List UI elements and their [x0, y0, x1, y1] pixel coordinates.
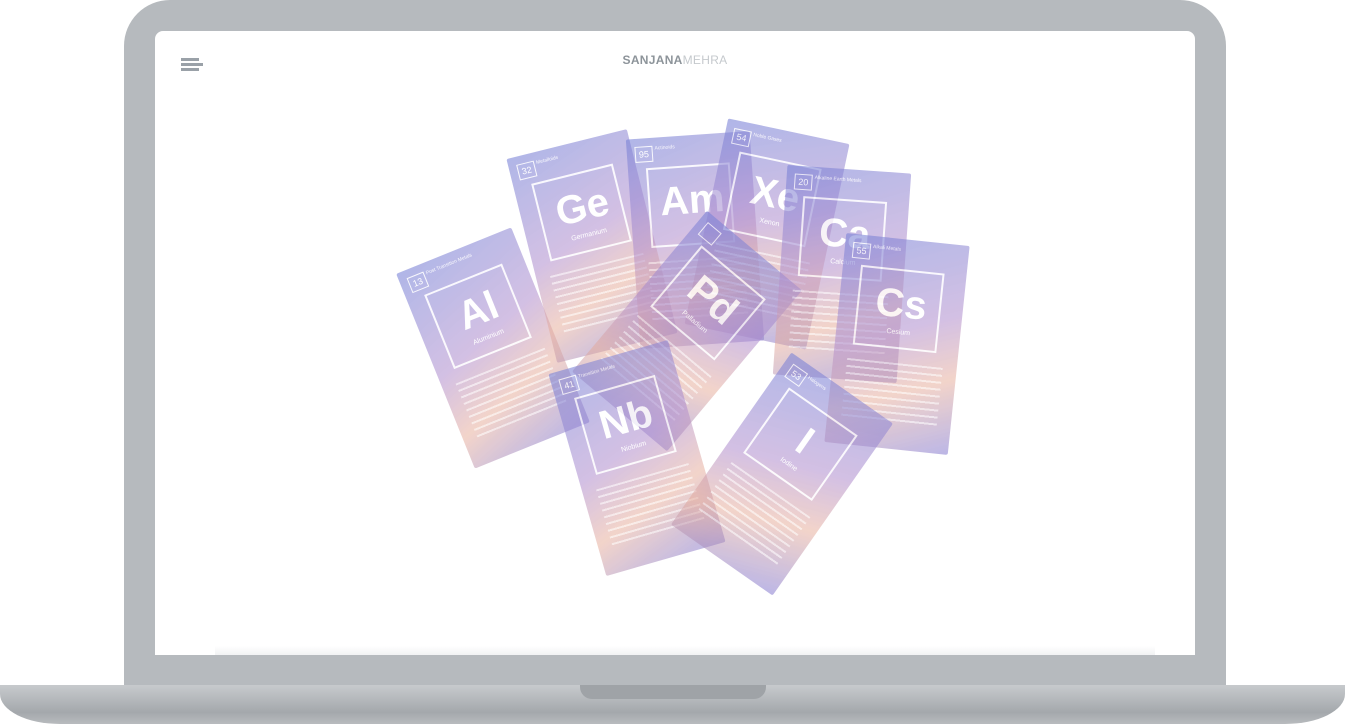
atomic-number: 41: [558, 374, 581, 396]
element-tile: Nb Niobium: [574, 374, 677, 475]
atomic-number: 32: [516, 160, 538, 181]
element-category: Actinoids: [654, 144, 675, 152]
element-category: Transition Metals: [577, 363, 616, 380]
atomic-number: 54: [731, 127, 752, 148]
screen-bottom-fade: [215, 646, 1155, 655]
element-tile: Cs Cesium: [852, 264, 945, 354]
element-category: Halogens: [806, 375, 828, 393]
laptop-screen: SANJANAMEHRA 13 Post Transition Metals A…: [155, 31, 1195, 655]
element-category: Alkali Metals: [872, 243, 902, 253]
element-card-collage: 13 Post Transition Metals Al Aluminium 3…: [155, 31, 1195, 655]
element-symbol: Cs: [873, 279, 929, 329]
element-category: Post Transition Metals: [425, 252, 473, 277]
element-tile: Al Aluminium: [424, 263, 532, 370]
atomic-number: 55: [851, 241, 872, 260]
element-category: Noble Gases: [752, 132, 783, 144]
laptop-notch: [580, 685, 766, 699]
atomic-number: 95: [634, 145, 654, 163]
atomic-number: [697, 221, 722, 246]
element-category: Alkaline Earth Metals: [814, 174, 862, 185]
element-symbol: Pd: [678, 267, 747, 334]
atomic-number: 20: [793, 173, 813, 191]
atomic-number: 53: [784, 363, 809, 387]
element-category: Metalloids: [535, 154, 559, 166]
element-tile: Ge Germanium: [531, 163, 633, 262]
